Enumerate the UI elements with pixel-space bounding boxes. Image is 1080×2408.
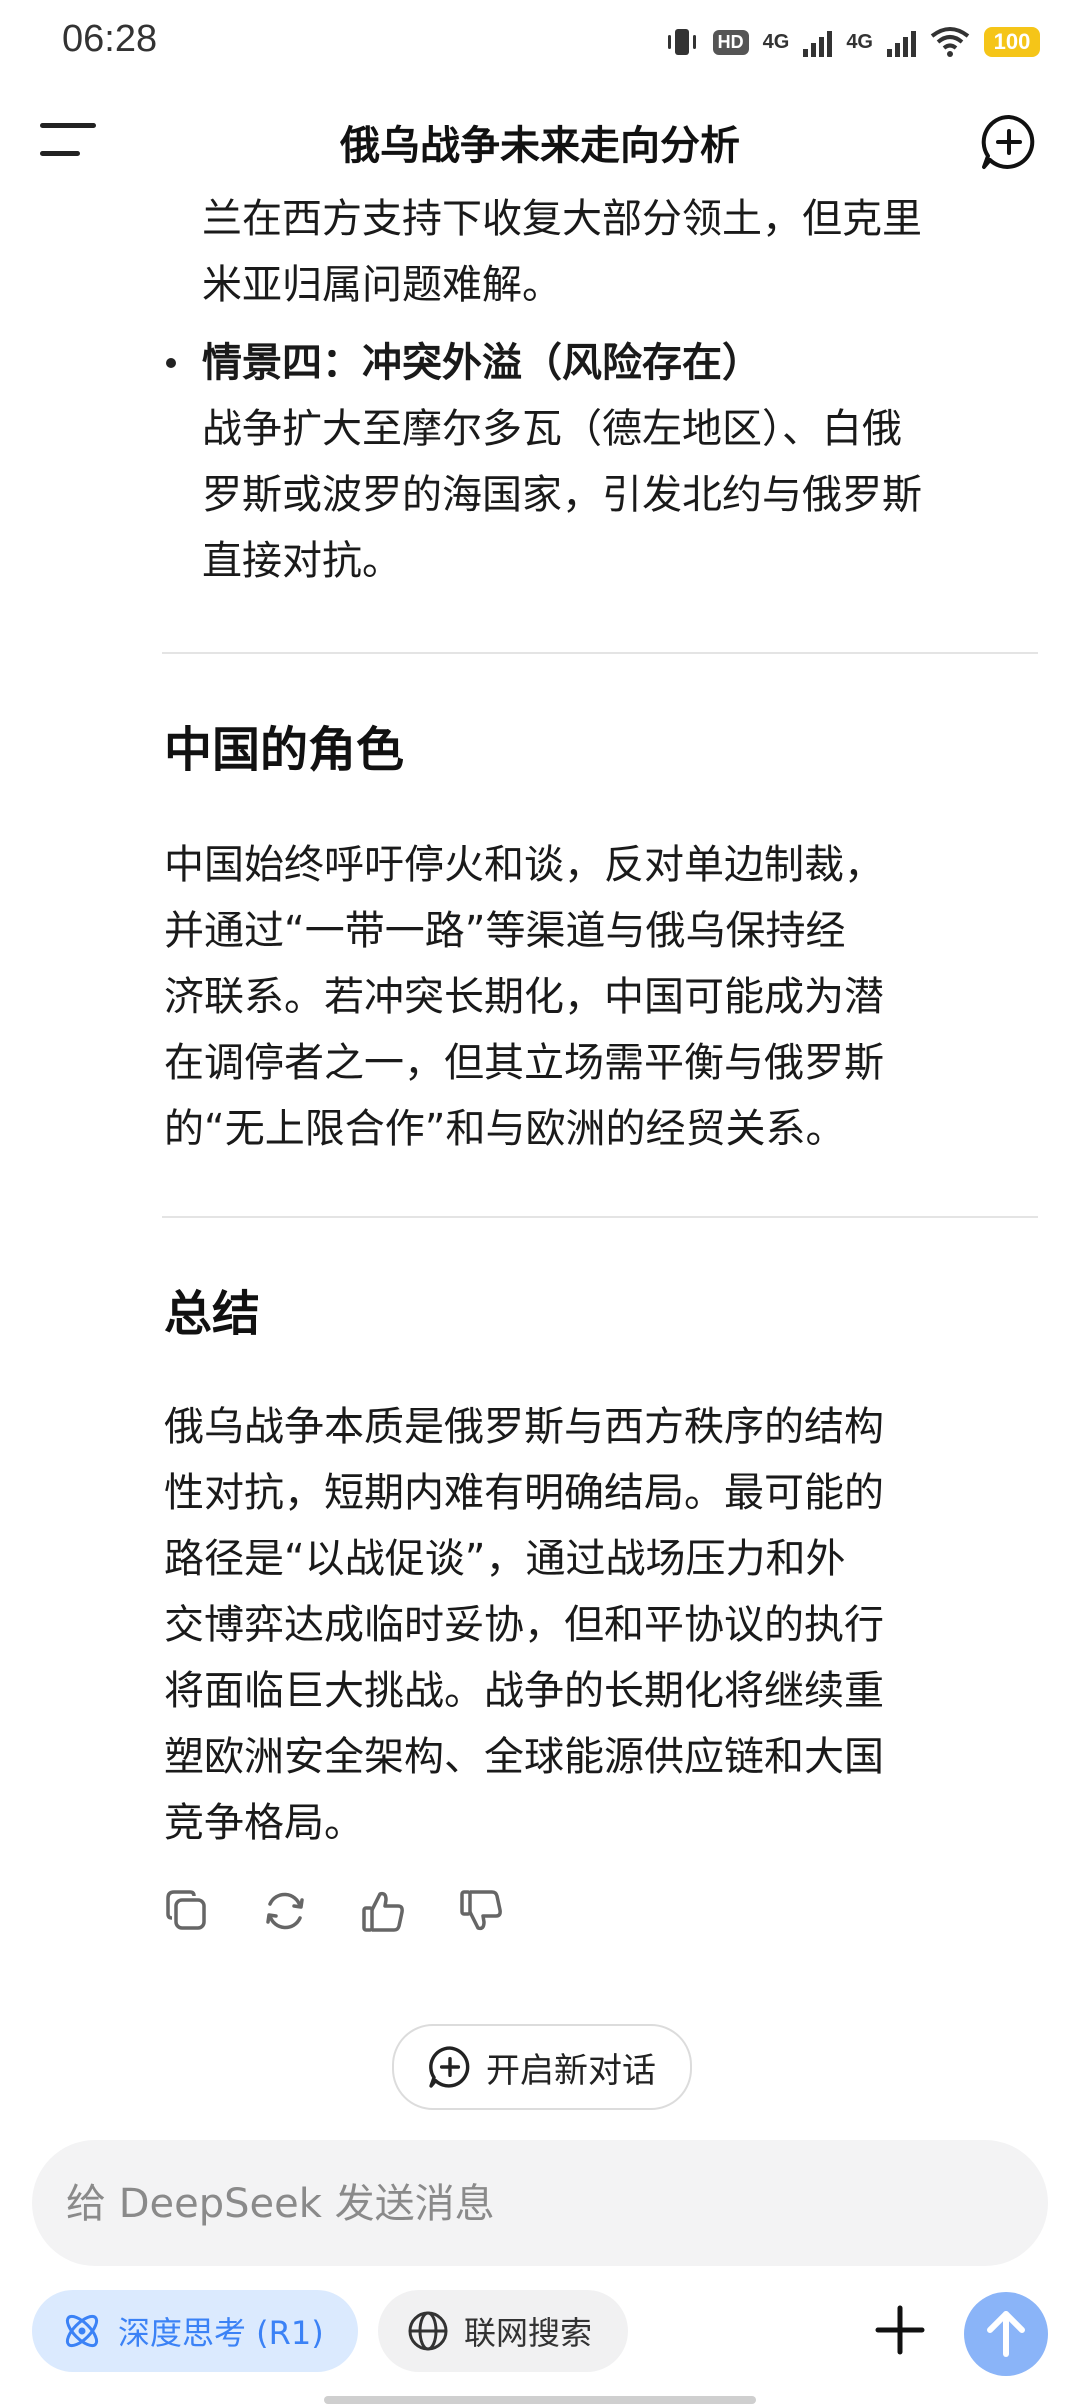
scenario4: 情景四：冲突外溢（风险存在） 战争扩大至摩尔多瓦（德左地区）、白俄 罗斯或波罗的… — [202, 330, 1042, 594]
network-type-1: 4G — [762, 30, 790, 53]
vibrate-icon — [667, 29, 696, 55]
status-icons: HD 4G 4G 100 — [665, 20, 1040, 64]
arrow-up-icon — [987, 2311, 1025, 2357]
battery-icon: 100 — [984, 27, 1040, 57]
section-paragraph-china: 中国始终呼吁停火和谈，反对单边制裁， 并通过“一带一路”等渠道与俄乌保持经 济联… — [164, 842, 884, 1152]
composer — [32, 2140, 1048, 2266]
bullet-dot — [166, 358, 176, 368]
plus-icon[interactable] — [870, 2300, 930, 2360]
home-indicator[interactable] — [324, 2396, 756, 2404]
message-actions — [164, 1888, 504, 1934]
network-type-2: 4G — [846, 30, 873, 53]
atom-icon — [65, 2314, 99, 2348]
header: 俄乌战争未来走向分析 — [0, 95, 1080, 190]
scenario4-title: 情景四：冲突外溢（风险存在） — [202, 340, 762, 386]
send-button[interactable] — [964, 2292, 1048, 2376]
signal-icon-2 — [887, 27, 916, 57]
wifi-icon — [930, 27, 970, 57]
divider — [162, 1216, 1038, 1218]
status-time: 06:28 — [62, 18, 158, 60]
message-input[interactable] — [64, 2168, 968, 2240]
status-bar: 06:28 HD 4G 4G 100 — [0, 0, 1080, 90]
regenerate-icon[interactable] — [262, 1888, 308, 1934]
new-chat-icon — [429, 2046, 470, 2088]
new-conversation-button[interactable]: 开启新对话 — [392, 2024, 692, 2110]
thumbs-down-icon[interactable] — [458, 1888, 504, 1934]
new-chat-icon[interactable] — [980, 113, 1038, 171]
web-search-label: 联网搜索 — [464, 2314, 593, 2352]
deep-think-label: 深度思考 (R1) — [118, 2314, 324, 2352]
new-conversation-label: 开启新对话 — [486, 2050, 656, 2091]
signal-icon — [803, 27, 833, 57]
section-paragraph-summary: 俄乌战争本质是俄罗斯与西方秩序的结构 性对抗，短期内难有明确结局。最可能的 路径… — [164, 1404, 884, 1846]
globe-icon — [408, 2311, 448, 2351]
section-heading-summary: 总结 — [164, 1286, 261, 1342]
thumbs-up-icon[interactable] — [360, 1888, 406, 1934]
divider — [162, 652, 1038, 654]
hd-icon: HD — [712, 29, 749, 55]
page-title: 俄乌战争未来走向分析 — [340, 123, 740, 169]
scenario3-tail: 兰在西方支持下收复大部分领土，但克里 米亚归属问题难解。 — [202, 196, 922, 308]
web-search-toggle[interactable]: 联网搜索 — [378, 2290, 628, 2372]
deep-think-toggle[interactable]: 深度思考 (R1) — [32, 2290, 358, 2372]
copy-icon[interactable] — [164, 1888, 210, 1934]
section-heading-china: 中国的角色 — [164, 722, 405, 778]
